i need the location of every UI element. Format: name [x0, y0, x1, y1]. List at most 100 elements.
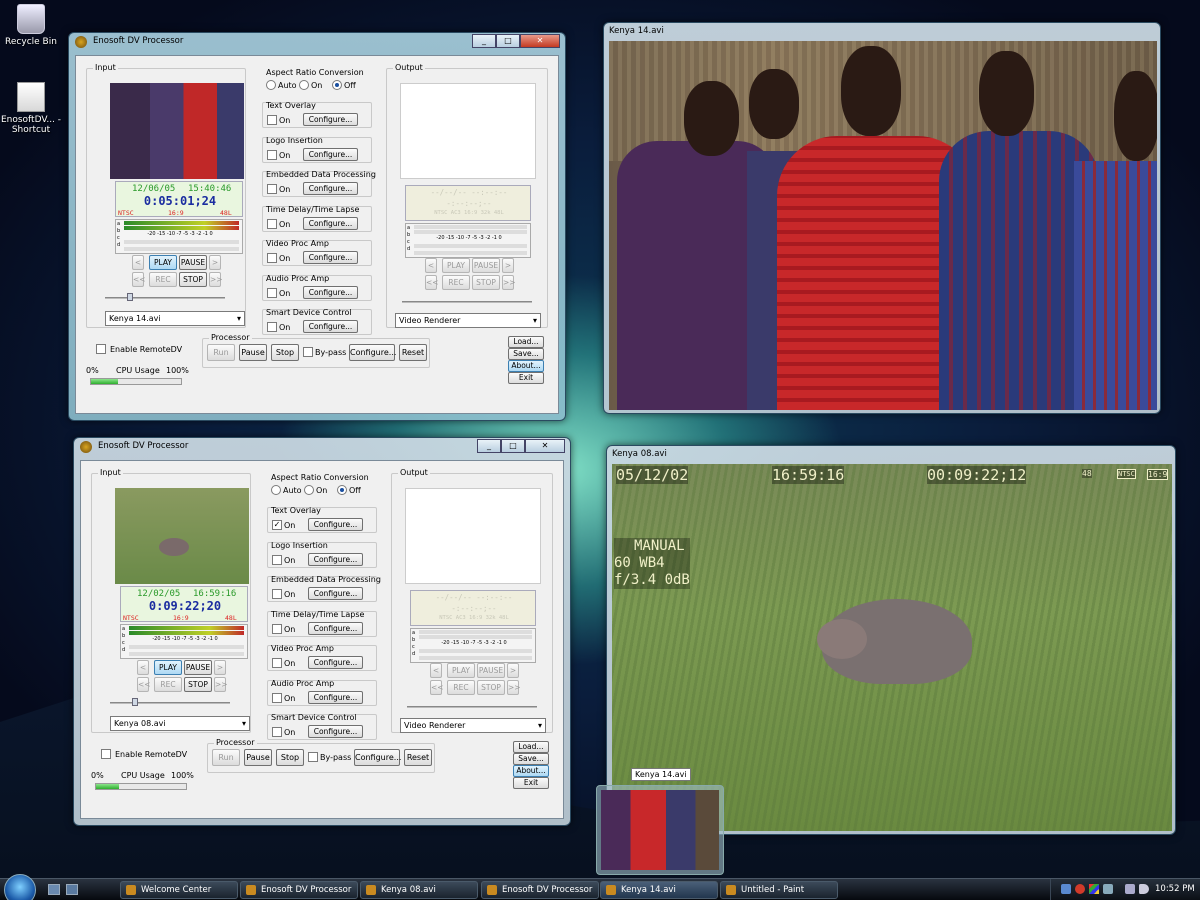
bypass-checkbox[interactable] [303, 347, 313, 357]
minimize-button[interactable]: _ [472, 34, 496, 48]
windows-flag-icon[interactable] [1089, 884, 1099, 894]
feature-checkbox[interactable] [267, 218, 277, 229]
configure-button[interactable]: Configure... [308, 518, 363, 531]
feature-checkbox[interactable] [272, 658, 282, 668]
taskbar-item-processor-2[interactable]: Enosoft DV Processor [481, 881, 599, 899]
feature-checkbox[interactable] [272, 589, 282, 599]
transport-stop-button[interactable]: STOP [184, 677, 212, 692]
configure-button[interactable]: Configure... [303, 182, 358, 195]
maximize-button[interactable]: □ [496, 34, 520, 48]
processor-window-1[interactable]: Enosoft DV Processor _ □ ✕ Input 12/06/05 15… [68, 32, 566, 421]
transport-ff-button[interactable]: >> [209, 272, 223, 287]
seek-thumb[interactable] [132, 698, 138, 706]
minimize-button[interactable]: _ [477, 439, 501, 453]
feature-checkbox[interactable]: ✓ [272, 520, 282, 530]
pause-button[interactable]: Pause [244, 749, 272, 766]
transport-play-button[interactable]: PLAY [154, 660, 182, 675]
about-button[interactable]: About... [508, 360, 544, 372]
taskbar-item-paint[interactable]: Untitled - Paint [720, 881, 838, 899]
transport-prev-button[interactable]: < [137, 660, 149, 675]
configure-button[interactable]: Configure... [303, 320, 358, 333]
transport-pause-button[interactable]: PAUSE [179, 255, 207, 270]
configure-button[interactable]: Configure... [308, 656, 363, 669]
feature-checkbox[interactable] [267, 253, 277, 263]
aspect-radio-on[interactable] [299, 80, 309, 90]
configure-button[interactable]: Configure... [303, 251, 358, 264]
security-alert-icon[interactable] [1075, 884, 1085, 894]
transport-rew-button[interactable]: << [132, 272, 146, 287]
aspect-radio-off[interactable] [332, 80, 342, 90]
volume-icon[interactable] [1139, 884, 1149, 894]
load-button[interactable]: Load... [513, 741, 549, 753]
input-file-select[interactable]: Kenya 08.avi [110, 716, 250, 731]
configure-button[interactable]: Configure... [303, 285, 358, 299]
aspect-radio-auto[interactable] [266, 80, 276, 90]
close-button[interactable]: ✕ [520, 34, 560, 48]
seek-thumb[interactable] [127, 293, 133, 301]
load-button[interactable]: Load... [508, 336, 544, 348]
pause-button[interactable]: Pause [239, 344, 267, 361]
transport-pause-button[interactable]: PAUSE [184, 660, 212, 675]
display-icon[interactable] [1125, 884, 1135, 894]
taskbar-item-welcome[interactable]: Welcome Center [120, 881, 238, 899]
transport-rec-button[interactable]: REC [149, 272, 177, 287]
configure-button[interactable]: Configure... [303, 216, 358, 230]
processor-configure-button[interactable]: Configure... [354, 749, 401, 766]
taskbar-thumbnail[interactable] [596, 785, 724, 875]
run-button[interactable]: Run [207, 344, 235, 361]
aspect-radio-off[interactable] [337, 485, 347, 495]
configure-button[interactable]: Configure... [308, 587, 363, 600]
close-button[interactable]: ✕ [525, 439, 565, 453]
network-icon[interactable] [1061, 884, 1071, 894]
shortcut-icon[interactable]: EnosoftDV... - Shortcut [0, 82, 62, 135]
configure-button[interactable]: Configure... [308, 725, 363, 738]
recycle-bin[interactable]: Recycle Bin [0, 4, 62, 47]
processor-window-2[interactable]: Enosoft DV Processor _ □ ✕ Input 12/02/05 16… [73, 437, 571, 826]
configure-button[interactable]: Configure... [308, 552, 363, 566]
video-window-kenya08[interactable]: Kenya 08.avi 05/12/02 16:59:16 00:09:22;… [606, 445, 1176, 835]
taskbar-item-kenya08[interactable]: Kenya 08.avi [360, 881, 478, 899]
feature-checkbox[interactable] [272, 692, 282, 703]
start-button[interactable] [4, 874, 36, 900]
feature-checkbox[interactable] [267, 287, 277, 298]
maximize-button[interactable]: □ [501, 439, 525, 453]
transport-stop-button[interactable]: STOP [179, 272, 207, 287]
device-icon[interactable] [1103, 884, 1113, 894]
show-desktop-icon[interactable] [48, 884, 60, 895]
aspect-radio-auto[interactable] [271, 485, 281, 495]
transport-next-button[interactable]: > [209, 255, 221, 270]
feature-checkbox[interactable] [267, 149, 277, 160]
taskbar-item-kenya14[interactable]: Kenya 14.avi [600, 881, 718, 899]
reset-button[interactable]: Reset [404, 749, 432, 766]
save-button[interactable]: Save... [508, 348, 544, 360]
run-button[interactable]: Run [212, 749, 240, 766]
seek-slider[interactable] [110, 702, 230, 704]
reset-button[interactable]: Reset [399, 344, 427, 361]
processor-configure-button[interactable]: Configure... [349, 344, 396, 361]
output-device-select[interactable]: Video Renderer [395, 313, 541, 328]
aspect-radio-on[interactable] [304, 485, 314, 495]
output-device-select[interactable]: Video Renderer [400, 718, 546, 733]
taskbar-item-processor-1[interactable]: Enosoft DV Processor [240, 881, 358, 899]
feature-checkbox[interactable] [272, 727, 282, 737]
about-button[interactable]: About... [513, 765, 549, 777]
exit-button[interactable]: Exit [513, 777, 549, 789]
feature-checkbox[interactable] [272, 554, 282, 565]
exit-button[interactable]: Exit [508, 372, 544, 384]
clock[interactable]: 10:52 PM [1155, 884, 1195, 894]
configure-button[interactable]: Configure... [308, 621, 363, 635]
transport-next-button[interactable]: > [214, 660, 226, 675]
switch-windows-icon[interactable] [66, 884, 78, 895]
seek-slider[interactable] [105, 297, 225, 299]
video-window-kenya14[interactable]: Kenya 14.avi [603, 22, 1161, 414]
stop-button[interactable]: Stop [276, 749, 304, 766]
configure-button[interactable]: Configure... [303, 147, 358, 161]
save-button[interactable]: Save... [513, 753, 549, 765]
transport-rec-button[interactable]: REC [154, 677, 182, 692]
remote-checkbox[interactable] [96, 344, 106, 354]
feature-checkbox[interactable] [272, 623, 282, 634]
remote-checkbox[interactable] [101, 749, 111, 759]
transport-ff-button[interactable]: >> [214, 677, 228, 692]
input-file-select[interactable]: Kenya 14.avi [105, 311, 245, 326]
feature-checkbox[interactable] [267, 184, 277, 194]
